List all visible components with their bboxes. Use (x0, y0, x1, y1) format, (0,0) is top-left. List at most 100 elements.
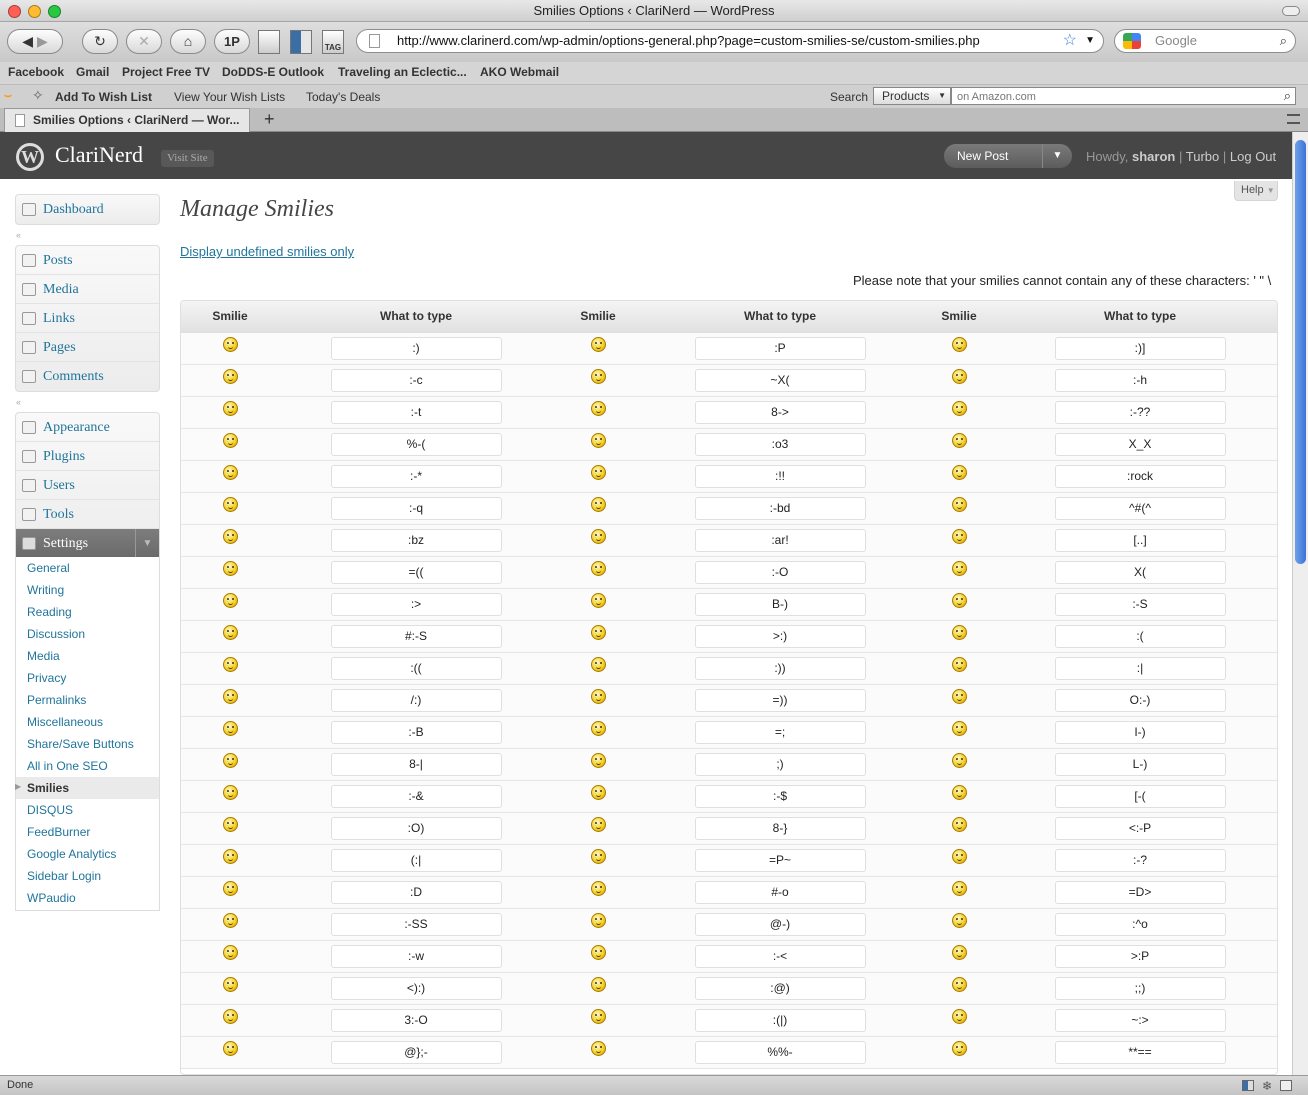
smilie-code-input[interactable]: :^o (1054, 912, 1226, 936)
bookmark-gmail[interactable]: Gmail (76, 65, 109, 79)
smilie-code-input[interactable]: :)] (1054, 336, 1226, 360)
bookmark-facebook[interactable]: Facebook (8, 65, 64, 79)
smilie-code-input[interactable]: =(( (330, 560, 502, 584)
reload-button[interactable]: ↻ (82, 29, 118, 54)
sub-item-google-analytics[interactable]: Google Analytics (16, 843, 159, 865)
sidebar-item-comments[interactable]: Comments (16, 362, 159, 391)
bookmark-star-icon[interactable]: ☆ (1063, 30, 1077, 52)
turbo-link[interactable]: Turbo (1186, 149, 1219, 164)
smilie-code-input[interactable]: B-) (694, 592, 866, 616)
smilie-code-input[interactable]: :o3 (694, 432, 866, 456)
sub-item-sidebar-login[interactable]: Sidebar Login (16, 865, 159, 887)
smilie-code-input[interactable]: /:) (330, 688, 502, 712)
smilie-code-input[interactable]: :-* (330, 464, 502, 488)
sidebar-item-settings[interactable]: Settings ▼ (16, 529, 159, 558)
sidebar-item-tools[interactable]: Tools (16, 500, 159, 529)
new-tab-button[interactable]: + (264, 109, 275, 130)
sub-item-media[interactable]: Media (16, 645, 159, 667)
smilie-code-input[interactable]: :> (330, 592, 502, 616)
smilie-code-input[interactable]: <:-P (1054, 816, 1226, 840)
smilie-code-input[interactable]: :-t (330, 400, 502, 424)
smilie-code-input[interactable]: :rock (1054, 464, 1226, 488)
chevron-down-icon[interactable]: ▼ (1042, 144, 1072, 168)
smilie-code-input[interactable]: =P~ (694, 848, 866, 872)
smilie-code-input[interactable]: :-q (330, 496, 502, 520)
smilie-code-input[interactable]: :-B (330, 720, 502, 744)
bookmark-ako-webmail[interactable]: AKO Webmail (480, 65, 559, 79)
smilie-code-input[interactable]: :-SS (330, 912, 502, 936)
tab-list-icon[interactable] (1287, 114, 1300, 124)
smilie-code-input[interactable]: :(( (330, 656, 502, 680)
collapse-separator-icon[interactable]: « (16, 230, 24, 240)
sub-item-discussion[interactable]: Discussion (16, 623, 159, 645)
smilie-code-input[interactable]: =)) (694, 688, 866, 712)
sub-item-share-save[interactable]: Share/Save Buttons (16, 733, 159, 755)
back-forward-button[interactable]: ◀ ▶ (7, 29, 63, 54)
sidebar-item-media[interactable]: Media (16, 275, 159, 304)
sidebar-item-links[interactable]: Links (16, 304, 159, 333)
smilie-code-input[interactable]: @};- (330, 1040, 502, 1064)
stop-button[interactable]: ✕ (126, 29, 162, 54)
smilie-code-input[interactable]: ;;) (1054, 976, 1226, 1000)
toolbar-toggle-button[interactable] (1282, 6, 1300, 16)
smilie-code-input[interactable]: :-< (694, 944, 866, 968)
smilie-code-input[interactable]: O:-) (1054, 688, 1226, 712)
search-icon[interactable]: ⌕ (1280, 30, 1287, 52)
zoom-window-button[interactable] (48, 5, 61, 18)
smilie-code-input[interactable]: X( (1054, 560, 1226, 584)
smilie-code-input[interactable]: :D (330, 880, 502, 904)
smilie-code-input[interactable]: :(|) (694, 1008, 866, 1032)
scrollbar-thumb[interactable] (1295, 140, 1306, 564)
onepassword-button[interactable]: 1P (214, 29, 250, 54)
search-icon[interactable]: ⌕ (1284, 87, 1291, 105)
sub-item-smilies[interactable]: Smilies (16, 777, 159, 799)
sidebar-item-users[interactable]: Users (16, 471, 159, 500)
layout-tool-icon[interactable] (290, 30, 312, 54)
smilie-code-input[interactable]: (:| (330, 848, 502, 872)
smilie-code-input[interactable]: :-O (694, 560, 866, 584)
smilie-code-input[interactable]: :@) (694, 976, 866, 1000)
smilie-code-input[interactable]: :ar! (694, 528, 866, 552)
smilie-code-input[interactable]: :-$ (694, 784, 866, 808)
back-icon[interactable]: ◀ (22, 33, 33, 49)
url-dropdown-icon[interactable]: ▼ (1085, 30, 1095, 52)
smilie-code-input[interactable]: :-c (330, 368, 502, 392)
smilie-code-input[interactable]: :-S (1054, 592, 1226, 616)
url-bar[interactable]: http://www.clarinerd.com/wp-admin/option… (356, 29, 1104, 53)
smilie-code-input[interactable]: 3:-O (330, 1008, 502, 1032)
addon-status-icon[interactable] (1280, 1080, 1292, 1091)
username-link[interactable]: sharon (1132, 149, 1175, 164)
sub-item-privacy[interactable]: Privacy (16, 667, 159, 689)
smilie-code-input[interactable]: %%- (694, 1040, 866, 1064)
snowflake-icon[interactable]: ❄ (1262, 1077, 1272, 1095)
smilie-code-input[interactable]: =D> (1054, 880, 1226, 904)
sidebar-item-plugins[interactable]: Plugins (16, 442, 159, 471)
smilie-code-input[interactable]: :-bd (694, 496, 866, 520)
smilie-code-input[interactable]: [-( (1054, 784, 1226, 808)
smilie-code-input[interactable]: <):) (330, 976, 502, 1000)
smilie-code-input[interactable]: :!! (694, 464, 866, 488)
smilie-code-input[interactable]: :) (330, 336, 502, 360)
smilie-code-input[interactable]: [..] (1054, 528, 1226, 552)
site-name[interactable]: ClariNerd (55, 142, 143, 168)
smilie-code-input[interactable]: :bz (330, 528, 502, 552)
minimize-window-button[interactable] (28, 5, 41, 18)
sub-item-permalinks[interactable]: Permalinks (16, 689, 159, 711)
sub-item-wpaudio[interactable]: WPaudio (16, 887, 159, 909)
home-button[interactable]: ⌂ (170, 29, 206, 54)
visit-site-button[interactable]: Visit Site (161, 150, 214, 167)
google-icon[interactable] (1123, 33, 1141, 49)
smilie-code-input[interactable]: :-h (1054, 368, 1226, 392)
smilie-code-input[interactable]: :)) (694, 656, 866, 680)
smilie-code-input[interactable]: >:P (1054, 944, 1226, 968)
smilie-code-input[interactable]: :-?? (1054, 400, 1226, 424)
view-wish-lists-link[interactable]: View Your Wish Lists (174, 90, 285, 104)
sub-item-all-in-one-seo[interactable]: All in One SEO (16, 755, 159, 777)
sub-item-feedburner[interactable]: FeedBurner (16, 821, 159, 843)
sub-item-disqus[interactable]: DISQUS (16, 799, 159, 821)
layout-status-icon[interactable] (1242, 1080, 1254, 1091)
close-window-button[interactable] (8, 5, 21, 18)
sub-item-miscellaneous[interactable]: Miscellaneous (16, 711, 159, 733)
smilie-code-input[interactable]: X_X (1054, 432, 1226, 456)
smilie-code-input[interactable]: :| (1054, 656, 1226, 680)
